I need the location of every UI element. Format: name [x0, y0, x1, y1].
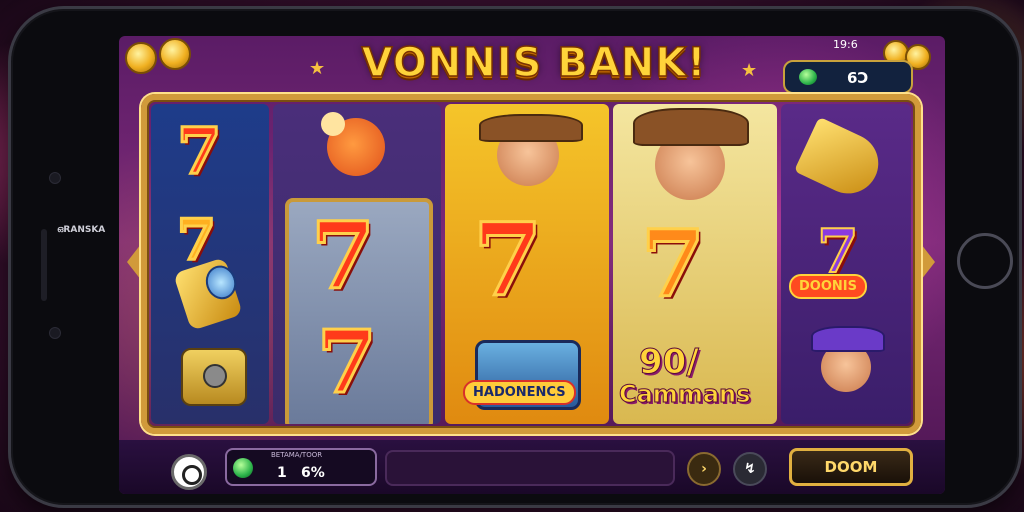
game-screen: ★ VONNIS BANK! ★ 19:6 6Ɔ 7 7 7 7 7 HADON… [119, 36, 945, 494]
menu-button[interactable] [171, 454, 207, 490]
gem-icon [799, 69, 817, 85]
star-icon: ★ [741, 60, 758, 81]
coin-icon [125, 42, 157, 74]
spin-button[interactable]: DOOM [789, 448, 913, 486]
bet-caption: BETAMA/TOOR [271, 451, 323, 459]
reel-frame [141, 94, 921, 434]
forward-button[interactable]: › [687, 452, 721, 486]
info-button[interactable]: ↯ [733, 452, 767, 486]
status-time: 19:6 [833, 38, 858, 51]
device-side-label: ഒRANSKA [57, 225, 106, 235]
balance-value: 6Ɔ [847, 69, 869, 87]
gem-icon [233, 458, 253, 478]
left-arrow-icon [127, 244, 141, 280]
reel-area: 7 7 7 7 7 HADONENCS 7 90/ Cammans 7 DOON… [127, 94, 935, 434]
status-bar: 19:6 [833, 38, 858, 51]
camera-dot-bottom [49, 327, 61, 339]
game-title: VONNIS BANK! [361, 39, 707, 87]
control-bar: BETAMA/TOOR 1 6% › ↯ DOOM [119, 440, 945, 494]
coin-icon [159, 38, 191, 70]
right-arrow-icon [921, 244, 935, 280]
bet-value: 6% [301, 465, 325, 481]
earpiece [41, 229, 47, 301]
camera-dot-top [49, 172, 61, 184]
star-icon: ★ [309, 58, 326, 79]
bet-selector[interactable]: BETAMA/TOOR 1 6% [225, 448, 377, 486]
bet-count: 1 [277, 465, 287, 481]
message-bar [385, 450, 675, 486]
phone-frame: ഒRANSKA ★ VONNIS BANK! ★ 19:6 6Ɔ 7 7 7 7… [8, 6, 1022, 508]
balance-display: 6Ɔ [783, 60, 913, 94]
home-button[interactable] [957, 233, 1013, 289]
